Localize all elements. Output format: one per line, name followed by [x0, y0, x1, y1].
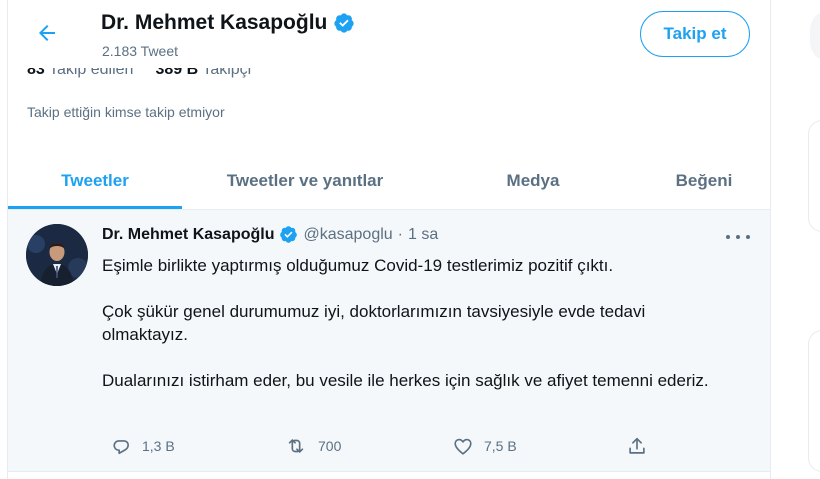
tweet-actions: 1,3 B 700 7,5 B: [102, 432, 662, 460]
reply-icon: [113, 440, 129, 455]
sidebar-card: [808, 330, 820, 472]
tab-tweets-and-replies[interactable]: Tweetler ve yanıtlar: [182, 152, 428, 209]
page-title: Dr. Mehmet Kasapoğlu: [101, 11, 355, 35]
retweet-icon: [288, 439, 304, 453]
tweet-paragraph: Eşimle birlikte yaptırmış olduğumuz Covi…: [102, 256, 614, 275]
mutual-followers-text: Takip ettiğin kimse takip etmiyor: [27, 104, 225, 120]
retweet-button[interactable]: 700: [284, 432, 341, 460]
tweet-count: 2.183 Tweet: [102, 43, 179, 59]
tweet-author-name[interactable]: Dr. Mehmet Kasapoğlu: [102, 226, 274, 244]
profile-name: Dr. Mehmet Kasapoğlu: [101, 11, 328, 34]
search-box[interactable]: [810, 10, 820, 62]
sidebar-card: [808, 120, 820, 232]
tab-media[interactable]: Medya: [428, 152, 638, 209]
tab-tweets[interactable]: Tweetler: [8, 152, 182, 209]
tweet-paragraph: Çok şükür genel durumumuz iyi, doktorlar…: [102, 302, 646, 344]
profile-header: Dr. Mehmet Kasapoğlu 2.183 Tweet Takip e…: [8, 0, 770, 68]
retweet-count: 700: [318, 438, 342, 454]
share-icon: [629, 437, 645, 454]
verified-badge-icon: [280, 226, 298, 243]
profile-tabs: Tweetler Tweetler ve yanıtlar Medya Beğe…: [8, 152, 770, 210]
follow-button[interactable]: Takip et: [640, 11, 750, 57]
verified-badge-icon: [334, 13, 355, 33]
tweet-timestamp[interactable]: 1 sa: [408, 226, 438, 244]
share-button[interactable]: [626, 432, 648, 460]
tweet[interactable]: Dr. Mehmet Kasapoğlu @kasapoglu · 1 sa E…: [8, 210, 770, 472]
active-tab-indicator: [8, 206, 182, 209]
avatar-image: [26, 224, 88, 286]
back-button[interactable]: [30, 16, 64, 50]
tweet-header: Dr. Mehmet Kasapoğlu @kasapoglu · 1 sa: [102, 225, 438, 244]
tweet-handle[interactable]: @kasapoglu: [303, 226, 392, 244]
arrow-left-icon: [39, 25, 55, 41]
like-button[interactable]: 7,5 B: [452, 432, 517, 460]
like-icon: [454, 438, 472, 455]
reply-count: 1,3 B: [142, 438, 175, 454]
tab-likes[interactable]: Beğeni: [638, 152, 770, 209]
tweet-text: Eşimle birlikte yaptırmış olduğumuz Covi…: [102, 254, 732, 392]
avatar[interactable]: [26, 224, 88, 286]
like-count: 7,5 B: [484, 438, 517, 454]
reply-button[interactable]: 1,3 B: [110, 432, 175, 460]
right-sidebar: [796, 0, 820, 479]
tweet-paragraph: Dualarınızı istirham eder, bu vesile ile…: [102, 371, 709, 390]
separator-dot: ·: [397, 225, 403, 243]
profile-column: 83 Takip edilen 389 B Takipçi Dr. Mehmet …: [7, 0, 771, 479]
more-icon[interactable]: [726, 230, 750, 244]
